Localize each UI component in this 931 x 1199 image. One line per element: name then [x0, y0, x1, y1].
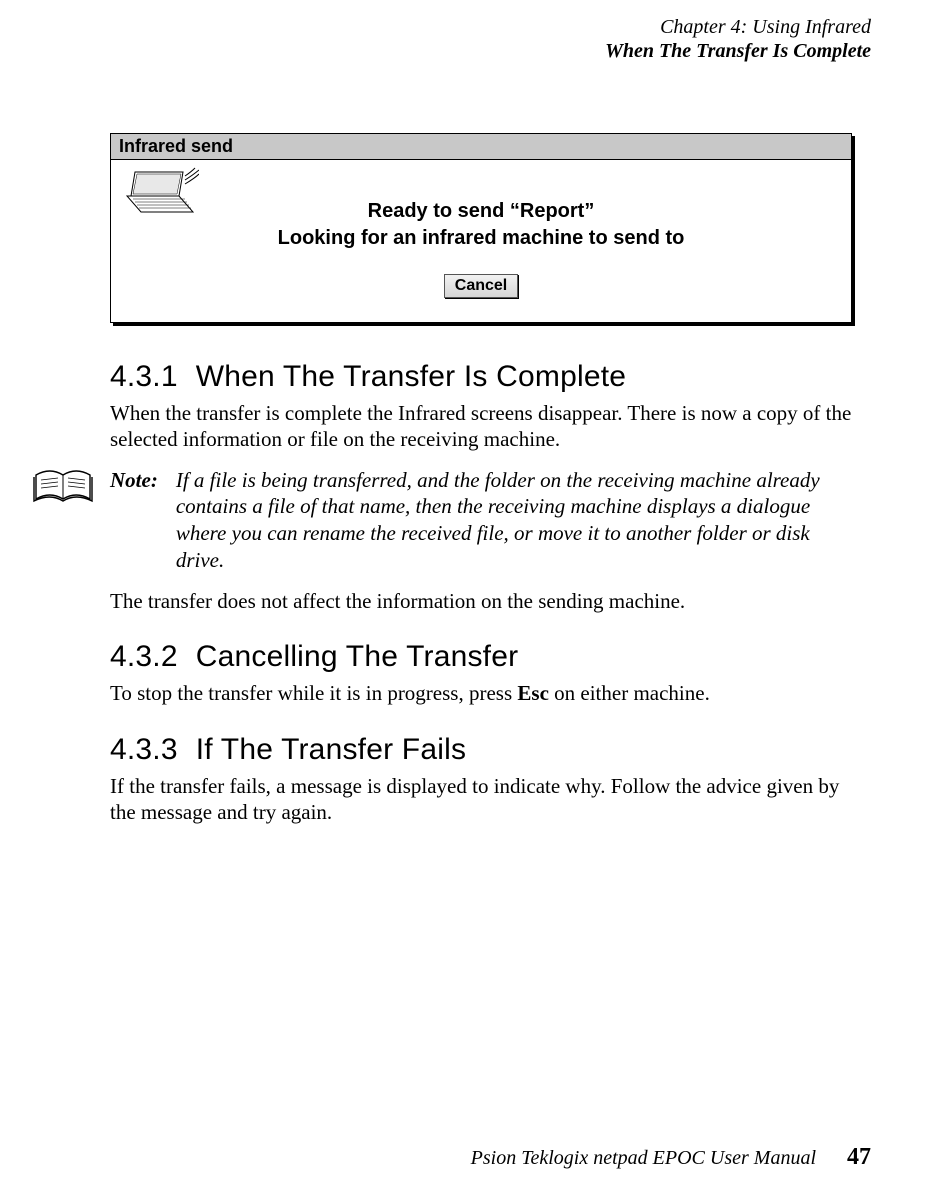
body-paragraph: The transfer does not affect the informa…	[110, 588, 870, 614]
page-number: 47	[847, 1144, 871, 1170]
dialog-body: Ready to send “Report” Looking for an in…	[111, 160, 851, 322]
section-title: If The Transfer Fails	[196, 733, 466, 766]
body-paragraph: If the transfer fails, a message is disp…	[110, 773, 870, 826]
note-block: Note: If a file is being transferred, an…	[32, 467, 870, 575]
note-label: Note:	[110, 467, 158, 575]
page-footer: Psion Teklogix netpad EPOC User Manual 4…	[471, 1144, 871, 1171]
text-fragment: To stop the transfer while it is in prog…	[110, 681, 517, 705]
dialog-message: Ready to send “Report” Looking for an in…	[121, 198, 841, 252]
cancel-button[interactable]: Cancel	[444, 274, 518, 298]
body-paragraph: To stop the transfer while it is in prog…	[110, 680, 870, 706]
footer-manual-title: Psion Teklogix netpad EPOC User Manual	[471, 1147, 816, 1169]
text-fragment: on either machine.	[549, 681, 710, 705]
section-number: 4.3.1	[110, 360, 178, 393]
dialog-message-line2: Looking for an infrared machine to send …	[121, 225, 841, 252]
header-section: When The Transfer Is Complete	[605, 39, 871, 63]
manual-page: Chapter 4: Using Infrared When The Trans…	[0, 0, 931, 1199]
laptop-ir-icon	[121, 166, 199, 224]
section-number: 4.3.3	[110, 733, 178, 766]
open-book-icon	[32, 467, 94, 509]
section-title: Cancelling The Transfer	[196, 640, 519, 673]
header-chapter: Chapter 4: Using Infrared	[605, 15, 871, 39]
key-esc: Esc	[517, 681, 549, 705]
content-area: 4.3.1 When The Transfer Is Complete When …	[110, 360, 870, 835]
section-number: 4.3.2	[110, 640, 178, 673]
note-text: If a file is being transferred, and the …	[176, 467, 836, 575]
section-heading-431: 4.3.1 When The Transfer Is Complete	[110, 360, 870, 394]
infrared-send-dialog: Infrared send Ready to send “Report” Loo…	[110, 133, 852, 323]
body-paragraph: When the transfer is complete the Infrar…	[110, 400, 870, 453]
section-title: When The Transfer Is Complete	[196, 360, 626, 393]
section-heading-432: 4.3.2 Cancelling The Transfer	[110, 640, 870, 674]
dialog-message-line1: Ready to send “Report”	[121, 198, 841, 225]
section-heading-433: 4.3.3 If The Transfer Fails	[110, 733, 870, 767]
note-content: Note: If a file is being transferred, an…	[110, 467, 836, 575]
running-header: Chapter 4: Using Infrared When The Trans…	[605, 15, 871, 63]
dialog-title: Infrared send	[111, 134, 851, 160]
